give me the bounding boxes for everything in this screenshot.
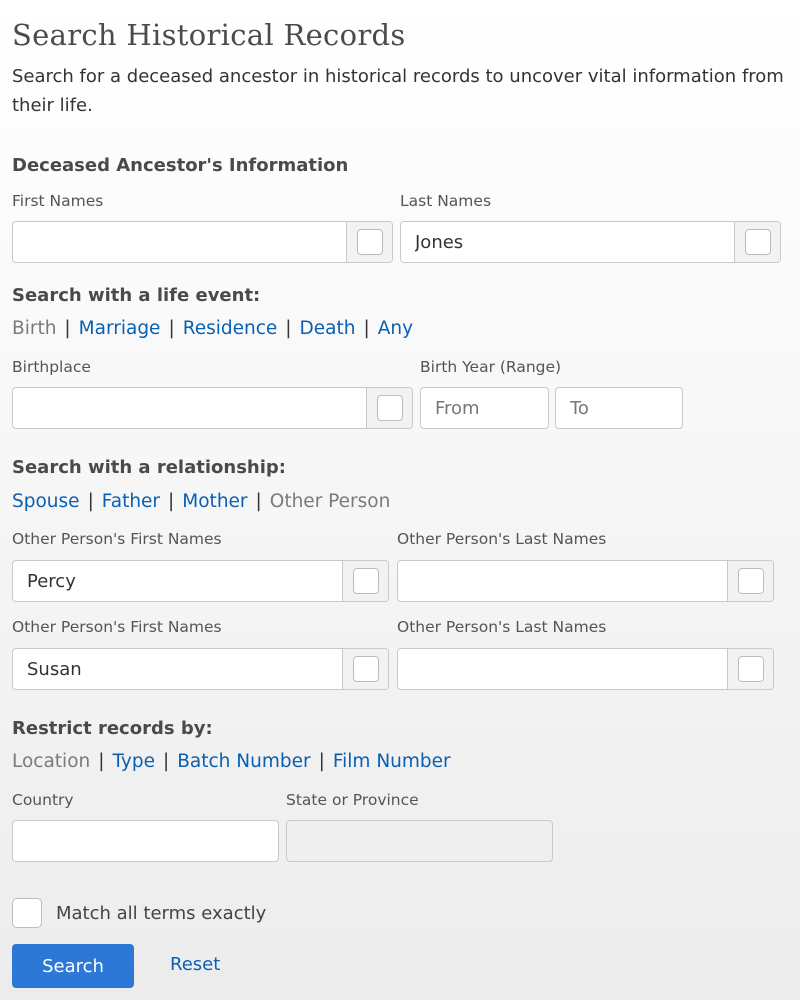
- other-first-names-exact-toggle-2[interactable]: [342, 649, 388, 689]
- tab-any[interactable]: Any: [378, 318, 413, 339]
- birthplace-label: Birthplace: [12, 358, 91, 376]
- exact-checkbox-icon: [744, 229, 771, 255]
- tab-batch-number[interactable]: Batch Number: [177, 751, 310, 772]
- other-first-names-field: [12, 560, 389, 602]
- tab-residence[interactable]: Residence: [183, 318, 278, 339]
- restrict-heading: Restrict records by:: [12, 718, 213, 739]
- other-first-names-field-2: [12, 648, 389, 690]
- birth-year-label: Birth Year (Range): [420, 358, 562, 376]
- ancestor-heading: Deceased Ancestor's Information: [12, 155, 349, 176]
- first-names-exact-toggle[interactable]: [346, 222, 392, 262]
- birthplace-exact-toggle[interactable]: [366, 388, 412, 428]
- last-names-exact-toggle[interactable]: [734, 222, 780, 262]
- other-first-names-input-2[interactable]: [13, 649, 342, 689]
- life-event-heading: Search with a life event:: [12, 285, 261, 306]
- state-input: [287, 821, 552, 861]
- relationship-heading: Search with a relationship:: [12, 457, 286, 478]
- last-names-field: [400, 221, 781, 263]
- birthplace-input[interactable]: [13, 388, 366, 428]
- other-last-names-exact-toggle-2[interactable]: [727, 649, 773, 689]
- country-input[interactable]: [13, 821, 278, 861]
- exact-checkbox-icon: [352, 568, 379, 594]
- other-first-names-input[interactable]: [13, 561, 342, 601]
- exact-checkbox-icon: [356, 229, 383, 255]
- tab-death[interactable]: Death: [300, 318, 356, 339]
- other-last-names-label: Other Person's Last Names: [397, 530, 607, 548]
- birth-year-to-input[interactable]: [556, 388, 682, 428]
- first-names-label: First Names: [12, 192, 104, 210]
- last-names-label: Last Names: [400, 192, 492, 210]
- other-last-names-field: [397, 560, 774, 602]
- tab-mother[interactable]: Mother: [182, 491, 247, 512]
- birth-year-from-input[interactable]: [421, 388, 548, 428]
- page-intro: Search for a deceased ancestor in histor…: [12, 66, 784, 116]
- other-first-names-label: Other Person's First Names: [12, 530, 222, 548]
- reset-link[interactable]: Reset: [170, 954, 220, 975]
- other-first-names-exact-toggle[interactable]: [342, 561, 388, 601]
- exact-checkbox-icon: [737, 568, 764, 594]
- relationship-tabs: Spouse | Father | Mother | Other Person: [12, 491, 391, 512]
- match-exact-checkbox[interactable]: [12, 898, 42, 928]
- country-label: Country: [12, 791, 74, 809]
- tab-father[interactable]: Father: [102, 491, 160, 512]
- restrict-tabs: Location | Type | Batch Number | Film Number: [12, 751, 451, 772]
- other-last-names-exact-toggle[interactable]: [727, 561, 773, 601]
- first-names-field: [12, 221, 393, 263]
- last-names-input[interactable]: [401, 222, 734, 262]
- life-event-tabs: Birth | Marriage | Residence | Death | Any: [12, 318, 414, 339]
- exact-checkbox-icon: [737, 656, 764, 682]
- tab-spouse[interactable]: Spouse: [12, 491, 80, 512]
- state-label: State or Province: [286, 791, 419, 809]
- tab-location[interactable]: Location: [12, 751, 90, 772]
- country-field: [12, 820, 279, 862]
- birth-year-from-field: [420, 387, 549, 429]
- birthplace-field: [12, 387, 413, 429]
- tab-marriage[interactable]: Marriage: [79, 318, 161, 339]
- tab-type[interactable]: Type: [112, 751, 155, 772]
- exact-checkbox-icon: [376, 395, 403, 421]
- tab-other-person[interactable]: Other Person: [270, 491, 391, 512]
- tab-birth[interactable]: Birth: [12, 318, 56, 339]
- other-last-names-input[interactable]: [398, 561, 727, 601]
- birth-year-to-field: [555, 387, 683, 429]
- other-last-names-label-2: Other Person's Last Names: [397, 618, 607, 636]
- tab-film-number[interactable]: Film Number: [333, 751, 451, 772]
- other-last-names-field-2: [397, 648, 774, 690]
- match-exact-row: Match all terms exactly: [12, 898, 266, 928]
- match-exact-label: Match all terms exactly: [56, 902, 267, 924]
- search-button[interactable]: Search: [12, 944, 134, 988]
- page-title: Search Historical Records: [12, 18, 406, 52]
- other-first-names-label-2: Other Person's First Names: [12, 618, 222, 636]
- first-names-input[interactable]: [13, 222, 346, 262]
- other-last-names-input-2[interactable]: [398, 649, 727, 689]
- exact-checkbox-icon: [352, 656, 379, 682]
- state-field: [286, 820, 553, 862]
